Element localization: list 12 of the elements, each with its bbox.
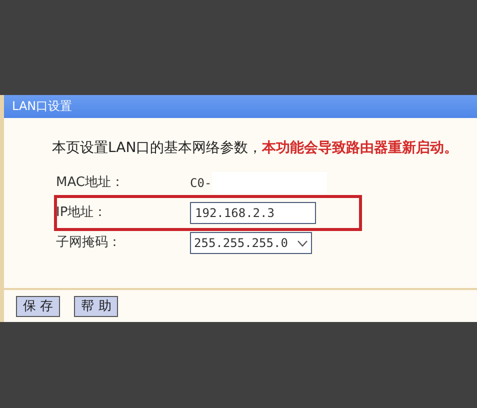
subnet-mask-dropdown[interactable]: 255.255.255.0 — [190, 232, 312, 254]
mac-value: C0- — [190, 175, 212, 192]
intro-text: 本页设置LAN口的基本网络参数， — [52, 140, 262, 156]
help-button[interactable]: 帮 助 — [74, 296, 118, 316]
caret-icon — [297, 240, 308, 246]
field-label: 子网掩码： — [56, 234, 122, 252]
ip-address-field[interactable]: 192.168.2.3 — [190, 202, 316, 224]
field-label: IP地址： — [56, 204, 108, 222]
warning-text: 本功能会导致路由器重新启动。 — [262, 140, 458, 156]
panel-title: LAN口设置 — [4, 95, 477, 118]
save-button[interactable]: 保 存 — [16, 296, 60, 316]
field-label: MAC地址： — [56, 174, 125, 192]
